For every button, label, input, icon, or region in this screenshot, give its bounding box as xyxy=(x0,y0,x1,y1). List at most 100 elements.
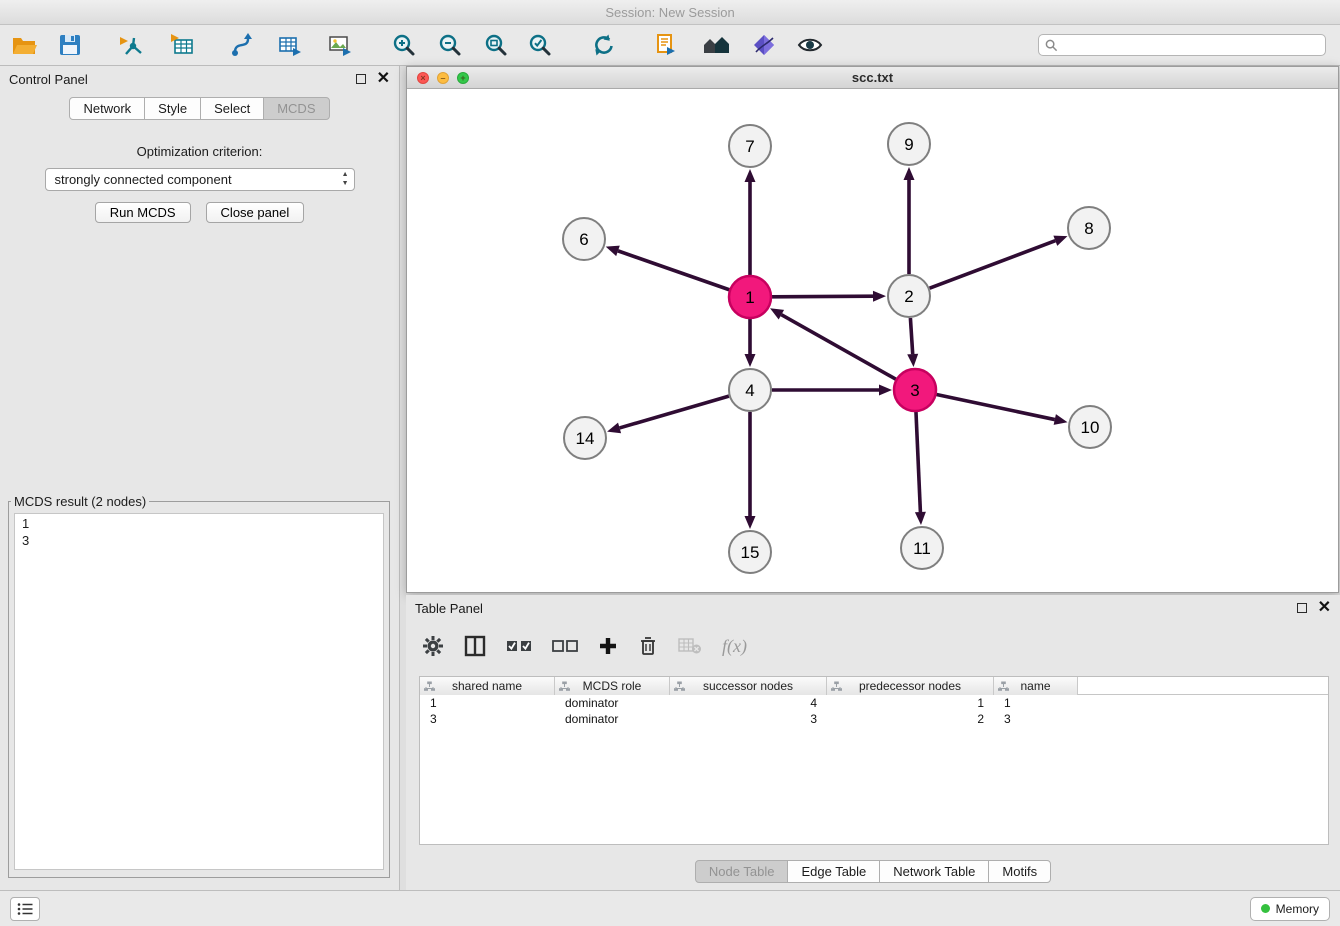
zoom-out-icon[interactable] xyxy=(436,29,464,61)
export-document-icon[interactable] xyxy=(652,29,680,61)
close-panel-button[interactable]: Close panel xyxy=(206,202,305,223)
unselect-all-columns-icon[interactable] xyxy=(552,638,578,654)
edge-3-1[interactable] xyxy=(781,315,895,380)
show-hide-icon[interactable] xyxy=(796,29,824,61)
graph-node-6[interactable]: 6 xyxy=(563,218,605,260)
new-network-icon[interactable] xyxy=(228,29,256,61)
table-panel-tabs: Node TableEdge TableNetwork TableMotifs xyxy=(406,860,1340,883)
svg-text:8: 8 xyxy=(1084,219,1093,238)
edge-1-6[interactable] xyxy=(618,251,729,290)
mcds-result-fieldset: MCDS result (2 nodes) 1 3 xyxy=(8,494,390,878)
mcds-result-list[interactable]: 1 3 xyxy=(14,513,384,870)
zoom-in-icon[interactable] xyxy=(390,29,418,61)
search-field[interactable] xyxy=(1038,34,1326,56)
import-network-icon[interactable] xyxy=(118,29,146,61)
graph-node-7[interactable]: 7 xyxy=(729,125,771,167)
edge-3-11[interactable] xyxy=(916,412,920,512)
edge-4-14[interactable] xyxy=(620,396,729,428)
svg-text:11: 11 xyxy=(913,539,931,558)
window-zoom-button[interactable]: + xyxy=(457,72,469,84)
home-icon[interactable] xyxy=(702,29,730,61)
cell-successor-nodes[interactable]: 4 xyxy=(670,695,827,711)
network-window-titlebar[interactable]: × – + scc.txt xyxy=(407,67,1338,89)
cell-name[interactable]: 3 xyxy=(994,711,1078,727)
graph-node-15[interactable]: 15 xyxy=(729,531,771,573)
cell-predecessor-nodes[interactable]: 1 xyxy=(827,695,994,711)
delete-table-icon[interactable] xyxy=(678,637,702,655)
run-mcds-button[interactable]: Run MCDS xyxy=(95,202,191,223)
show-columns-icon[interactable] xyxy=(464,635,486,657)
graph-node-9[interactable]: 9 xyxy=(888,123,930,165)
edge-2-8[interactable] xyxy=(930,241,1056,289)
cell-shared-name[interactable]: 1 xyxy=(420,695,555,711)
edge-3-10[interactable] xyxy=(937,395,1055,420)
open-session-icon[interactable] xyxy=(10,29,38,61)
tab-motifs[interactable]: Motifs xyxy=(988,860,1051,883)
search-input[interactable] xyxy=(1058,38,1319,52)
column-header-shared-name[interactable]: shared name xyxy=(420,677,555,695)
graph-node-14[interactable]: 14 xyxy=(564,417,606,459)
cell-shared-name[interactable]: 3 xyxy=(420,711,555,727)
svg-text:9: 9 xyxy=(904,135,913,154)
graph-node-1[interactable]: 1 xyxy=(729,276,771,318)
main-toolbar xyxy=(0,25,1340,66)
window-close-button[interactable]: × xyxy=(417,72,429,84)
tab-node-table[interactable]: Node Table xyxy=(695,860,789,883)
cell-mcds-role[interactable]: dominator xyxy=(555,711,670,727)
export-table-icon[interactable] xyxy=(276,29,304,61)
graph-node-11[interactable]: 11 xyxy=(901,527,943,569)
graph-node-10[interactable]: 10 xyxy=(1069,406,1111,448)
tab-edge-table[interactable]: Edge Table xyxy=(787,860,880,883)
cell-successor-nodes[interactable]: 3 xyxy=(670,711,827,727)
visual-style-icon[interactable] xyxy=(750,29,778,61)
export-image-icon[interactable] xyxy=(326,29,354,61)
float-table-panel-icon[interactable] xyxy=(1297,603,1307,613)
apply-layout-icon[interactable] xyxy=(590,29,618,61)
column-header-name[interactable]: name xyxy=(994,677,1078,695)
edge-1-2[interactable] xyxy=(772,296,873,297)
zoom-selected-icon[interactable] xyxy=(526,29,554,61)
close-panel-icon[interactable]: ✕ xyxy=(377,71,390,87)
optimization-select[interactable]: strongly connected component ▲▼ xyxy=(45,168,355,191)
function-builder-icon[interactable]: f(x) xyxy=(722,636,747,657)
graph-node-2[interactable]: 2 xyxy=(888,275,930,317)
graph-node-3[interactable]: 3 xyxy=(894,369,936,411)
window-minimize-button[interactable]: – xyxy=(437,72,449,84)
create-column-plus-icon[interactable] xyxy=(598,636,618,656)
show-panels-list-button[interactable] xyxy=(10,897,40,921)
tab-style[interactable]: Style xyxy=(144,97,201,120)
column-header-successor-nodes[interactable]: successor nodes xyxy=(670,677,827,695)
table-row[interactable]: 1dominator411 xyxy=(420,695,1328,711)
cell-mcds-role[interactable]: dominator xyxy=(555,695,670,711)
arrowhead-4-3 xyxy=(879,385,892,396)
graph-node-4[interactable]: 4 xyxy=(729,369,771,411)
zoom-fit-icon[interactable] xyxy=(482,29,510,61)
close-table-panel-icon[interactable]: ✕ xyxy=(1318,600,1331,616)
tab-network[interactable]: Network xyxy=(69,97,145,120)
import-table-icon[interactable] xyxy=(168,29,196,61)
svg-text:14: 14 xyxy=(576,429,595,448)
column-header-predecessor-nodes[interactable]: predecessor nodes xyxy=(827,677,994,695)
edge-2-3[interactable] xyxy=(910,318,912,354)
table-settings-gear-icon[interactable] xyxy=(422,635,444,657)
memory-button[interactable]: Memory xyxy=(1250,897,1330,921)
list-icon xyxy=(17,902,33,916)
table-row[interactable]: 3dominator323 xyxy=(420,711,1328,727)
delete-column-trash-icon[interactable] xyxy=(638,635,658,657)
cell-name[interactable]: 1 xyxy=(994,695,1078,711)
arrowhead-3-11 xyxy=(915,512,926,525)
memory-status-dot xyxy=(1261,904,1270,913)
tab-mcds[interactable]: MCDS xyxy=(263,97,329,120)
tab-network-table[interactable]: Network Table xyxy=(879,860,989,883)
network-canvas[interactable]: 7 9 6 8 1 2 4 3 14 10 15 11 xyxy=(407,89,1338,592)
float-panel-icon[interactable] xyxy=(356,74,366,84)
column-header-mcds-role[interactable]: MCDS role xyxy=(555,677,670,695)
select-all-columns-icon[interactable] xyxy=(506,638,532,654)
arrowhead-2-8 xyxy=(1053,236,1067,246)
graph-node-8[interactable]: 8 xyxy=(1068,207,1110,249)
cell-predecessor-nodes[interactable]: 2 xyxy=(827,711,994,727)
tab-select[interactable]: Select xyxy=(200,97,264,120)
node-table: shared nameMCDS rolesuccessor nodesprede… xyxy=(419,676,1329,845)
svg-text:10: 10 xyxy=(1081,418,1100,437)
save-session-icon[interactable] xyxy=(56,29,84,61)
